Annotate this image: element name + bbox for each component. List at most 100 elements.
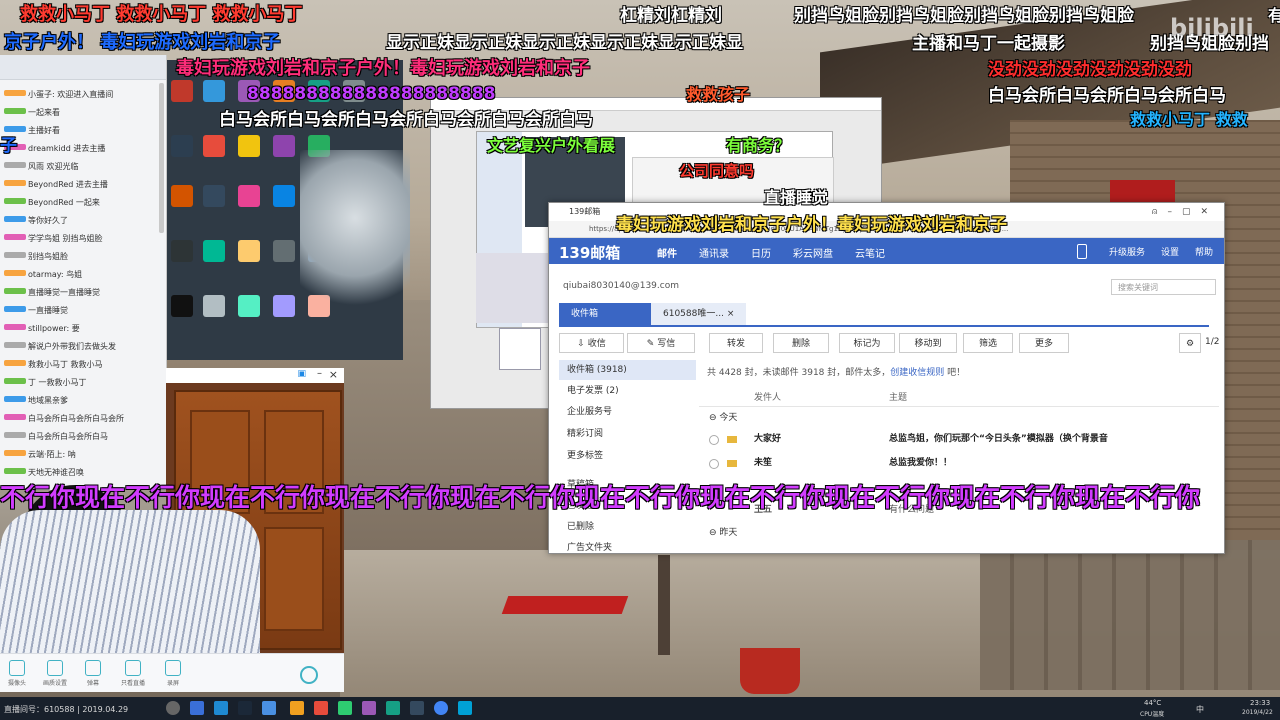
danmaku-comment: 救救孩子 <box>686 85 751 104</box>
chat-panel[interactable]: 小蛋子: 欢迎进入直播间 一起来看 主播好看 dreamkidd 进去主播 风雨 欢迎光… <box>0 55 167 490</box>
clock-date[interactable]: 2019/4/22 <box>1242 709 1273 716</box>
app-icon[interactable] <box>171 185 193 207</box>
pen-icon: ✎ <box>646 339 655 349</box>
taskbar-app-icon[interactable] <box>410 701 424 715</box>
row-subject: 总监鸟姐，你们玩那个“今日头条”模拟器（换个背景音 <box>889 434 1108 444</box>
camera-button[interactable]: 摄像头 <box>0 660 34 687</box>
user-level-badge <box>4 198 26 204</box>
forward-button[interactable]: 转发 <box>709 333 763 353</box>
user-level-badge <box>4 306 26 312</box>
taskbar-app-icon[interactable] <box>262 701 276 715</box>
mail-search-input[interactable]: 搜索关键词 <box>1111 279 1216 295</box>
app-icon[interactable] <box>203 135 225 157</box>
group-today[interactable]: ⊖ 今天 <box>709 410 737 423</box>
mark-as-button[interactable]: 标记为 <box>839 333 895 353</box>
nav-notes[interactable]: 云笔记 <box>855 245 885 260</box>
compose-button[interactable]: ✎ 写信 <box>627 333 695 353</box>
preview-list[interactable] <box>499 328 541 370</box>
taskbar-app-icon[interactable] <box>314 701 328 715</box>
taskbar-app-icon[interactable] <box>214 701 228 715</box>
app-icon[interactable] <box>273 240 295 262</box>
move-to-button[interactable]: 移动到 <box>899 333 957 353</box>
folder-more-tags[interactable]: 更多标签 <box>559 446 696 466</box>
record-button[interactable]: 录屏 <box>156 660 190 687</box>
maximize-icon[interactable]: ▢ <box>1182 207 1201 217</box>
folder-enterprise[interactable]: 企业服务号 <box>559 402 696 422</box>
watch-only-button[interactable]: 只看直播 <box>116 660 150 687</box>
app-icon[interactable] <box>238 185 260 207</box>
clock-time[interactable]: 23:33 <box>1250 699 1270 707</box>
browser-icon[interactable] <box>434 701 448 715</box>
minimize-icon[interactable]: – <box>1167 207 1182 217</box>
close-icon[interactable]: × <box>727 309 735 319</box>
webcam-title-bar[interactable]: ▣ – × <box>166 368 344 383</box>
folder-subscriptions[interactable]: 精彩订阅 <box>559 424 696 444</box>
folder-icon[interactable] <box>290 701 304 715</box>
folder-deleted[interactable]: 已删除 <box>559 517 696 537</box>
nav-calendar[interactable]: 日历 <box>751 245 771 260</box>
tab-open-mail[interactable]: 610588唯一... × <box>651 303 747 325</box>
more-button[interactable]: 更多 <box>1019 333 1069 353</box>
app-icon[interactable] <box>238 295 260 317</box>
folder-inbox[interactable]: 收件箱 (3918) <box>559 360 696 380</box>
user-icon[interactable]: ⍝ <box>1152 207 1167 217</box>
folder-e-invoice[interactable]: 电子发票 (2) <box>559 381 696 401</box>
row-checkbox[interactable] <box>709 459 719 469</box>
app-icon[interactable] <box>171 80 193 102</box>
app-icon[interactable] <box>203 185 225 207</box>
minimize-icon[interactable]: – <box>317 368 322 379</box>
tab-inbox[interactable]: 收件箱 <box>559 303 653 325</box>
steam-icon[interactable] <box>238 701 252 715</box>
table-row[interactable]: 未笙 总监我爱你！！ <box>699 452 1219 474</box>
app-icon[interactable] <box>203 80 225 102</box>
app-icon[interactable] <box>273 185 295 207</box>
taskbar-app-icon[interactable] <box>362 701 376 715</box>
app-icon[interactable] <box>203 295 225 317</box>
delete-button[interactable]: 删除 <box>773 333 829 353</box>
restore-icon[interactable]: ▣ <box>297 369 306 379</box>
close-icon[interactable]: ✕ <box>1200 207 1218 217</box>
nav-mail[interactable]: 邮件 <box>657 245 677 260</box>
nav-upgrade[interactable]: 升级服务 <box>1109 245 1145 258</box>
danmaku-button[interactable]: 弹幕 <box>76 660 110 687</box>
mail-logo[interactable]: 139邮箱 <box>559 242 620 263</box>
taskbar-app-icon[interactable] <box>338 701 352 715</box>
nav-contacts[interactable]: 通讯录 <box>699 245 729 260</box>
taskbar-app-icon[interactable] <box>386 701 400 715</box>
nav-cloud-drive[interactable]: 彩云网盘 <box>793 245 833 260</box>
start-icon[interactable] <box>166 701 180 715</box>
chat-bubble-icon[interactable] <box>300 666 318 684</box>
create-rule-link[interactable]: 创建收信规则 <box>890 368 944 378</box>
gear-icon[interactable]: ⚙ <box>1179 333 1201 353</box>
app-icon[interactable] <box>171 240 193 262</box>
app-icon[interactable] <box>238 135 260 157</box>
group-yesterday[interactable]: ⊖ 昨天 <box>709 525 737 538</box>
receive-button[interactable]: ⇩ 收信 <box>559 333 624 353</box>
filter-button[interactable]: 筛选 <box>963 333 1013 353</box>
preview-webcam <box>476 253 551 323</box>
taskbar-app-icon[interactable] <box>190 701 204 715</box>
app-icon[interactable] <box>273 295 295 317</box>
app-icon[interactable] <box>273 135 295 157</box>
user-level-badge <box>4 450 26 456</box>
table-row[interactable]: 大家好 总监鸟姐，你们玩那个“今日头条”模拟器（换个背景音 <box>699 428 1219 450</box>
row-checkbox[interactable] <box>709 435 719 445</box>
window-controls[interactable]: ⍝–▢✕ <box>1152 203 1218 221</box>
account-email[interactable]: qiubai8030140@139.com <box>563 281 679 291</box>
chat-scrollbar[interactable] <box>159 83 164 233</box>
app-icon[interactable] <box>171 295 193 317</box>
chat-message: dreamkidd 进去主播 <box>28 144 106 153</box>
nav-settings[interactable]: 设置 <box>1161 245 1179 258</box>
taskbar-app-icon[interactable] <box>458 701 472 715</box>
ime-indicator[interactable]: 中 <box>1196 704 1204 715</box>
app-icon[interactable] <box>238 240 260 262</box>
close-icon[interactable]: × <box>329 368 338 381</box>
col-subject[interactable]: 主题 <box>889 390 907 403</box>
nav-help[interactable]: 帮助 <box>1195 245 1213 258</box>
phone-icon[interactable] <box>1077 244 1087 259</box>
folder-ads[interactable]: 广告文件夹 <box>559 538 696 553</box>
quality-button[interactable]: 画质设置 <box>38 660 72 687</box>
app-icon[interactable] <box>171 135 193 157</box>
col-from[interactable]: 发件人 <box>754 390 781 403</box>
app-icon[interactable] <box>203 240 225 262</box>
